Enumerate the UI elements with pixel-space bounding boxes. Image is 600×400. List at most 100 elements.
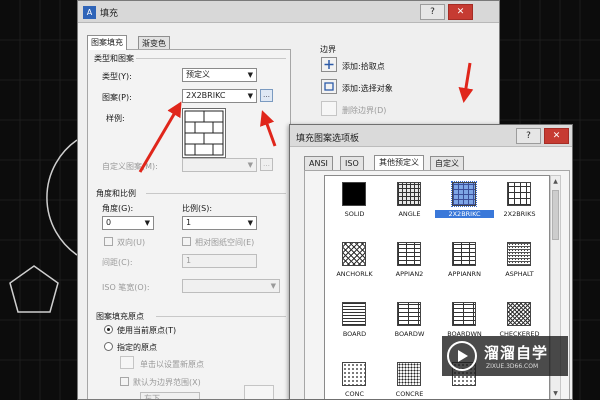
remove-boundary-button[interactable]: 删除边界(D) bbox=[342, 105, 386, 116]
add-pick-points-button[interactable]: 添加:拾取点 bbox=[342, 61, 385, 72]
set-origin-label: 单击以设置新原点 bbox=[140, 360, 204, 369]
scale-select[interactable]: 1 ▼ bbox=[182, 216, 257, 230]
pattern-name: SOLID bbox=[344, 210, 365, 218]
tab-gradient[interactable]: 渐变色 bbox=[138, 36, 170, 50]
pattern-name: 2X2BRIKC bbox=[435, 210, 494, 218]
pattern-value: 2X2BRIKC bbox=[186, 91, 226, 100]
scale-value: 1 bbox=[186, 218, 192, 227]
pattern-browse-button[interactable]: … bbox=[260, 89, 273, 102]
palette-help-button[interactable]: ? bbox=[516, 128, 541, 144]
pattern-swatch bbox=[397, 182, 421, 206]
help-button[interactable]: ? bbox=[420, 4, 445, 20]
iso-pen-label: ISO 笔宽(O): bbox=[102, 283, 150, 292]
scroll-up-icon[interactable]: ▲ bbox=[551, 177, 560, 187]
sample-label: 样例: bbox=[106, 114, 125, 123]
tab-other-predefined[interactable]: 其他预定义 bbox=[374, 155, 424, 170]
pattern-select[interactable]: 2X2BRIKC ▼ bbox=[182, 89, 257, 103]
scroll-down-icon[interactable]: ▼ bbox=[551, 389, 560, 399]
pattern-tile[interactable]: ANCHORLK bbox=[327, 238, 382, 296]
pattern-name: BOARD bbox=[342, 330, 367, 338]
pattern-tile[interactable]: APPIANRN bbox=[437, 238, 492, 296]
pattern-tile[interactable]: CONCRE bbox=[382, 358, 437, 399]
title-bar[interactable]: A 填充 ? ✕ bbox=[78, 1, 499, 23]
pattern-name: CONCRE bbox=[395, 390, 424, 398]
origin-position-value: 左下 bbox=[144, 394, 160, 400]
remove-boundary-icon[interactable] bbox=[321, 101, 337, 116]
tab-hatch[interactable]: 图案填充 bbox=[87, 35, 127, 50]
angle-select[interactable]: 0 ▼ bbox=[102, 216, 154, 230]
pattern-swatch bbox=[342, 242, 366, 266]
spacing-label: 间距(C): bbox=[102, 258, 133, 267]
pattern-swatch bbox=[397, 242, 421, 266]
type-select[interactable]: 预定义 ▼ bbox=[182, 68, 257, 82]
pattern-name: APPIANRN bbox=[448, 270, 481, 278]
pattern-tile[interactable]: SOLID bbox=[327, 178, 382, 236]
iso-pen-select[interactable]: ▼ bbox=[182, 279, 280, 293]
custom-pattern-label: 自定义图案(M): bbox=[102, 162, 158, 171]
pattern-tile[interactable]: BOARD bbox=[327, 298, 382, 356]
tab-iso[interactable]: ISO bbox=[340, 156, 364, 170]
pattern-swatch bbox=[397, 362, 421, 386]
chevron-down-icon: ▼ bbox=[247, 161, 253, 169]
specify-origin-label: 指定的原点 bbox=[117, 343, 157, 352]
specify-origin-radio[interactable] bbox=[104, 342, 113, 351]
pattern-swatch bbox=[507, 182, 531, 206]
pattern-tile[interactable]: CONC bbox=[327, 358, 382, 399]
pattern-name: BOARDW bbox=[394, 330, 425, 338]
pattern-swatch bbox=[507, 242, 531, 266]
select-objects-icon[interactable] bbox=[321, 79, 337, 94]
custom-pattern-select[interactable]: ▼ bbox=[182, 158, 257, 172]
default-extent-label: 默认为边界范围(X) bbox=[133, 378, 201, 387]
angle-scale-section: 角度和比例 bbox=[96, 189, 136, 198]
angle-value: 0 bbox=[106, 218, 112, 227]
scroll-thumb[interactable] bbox=[552, 190, 559, 240]
pattern-name: ASPHALT bbox=[505, 270, 534, 278]
watermark: 溜溜自学 ZIXUE.3D66.COM bbox=[442, 336, 568, 376]
type-value: 预定义 bbox=[186, 70, 210, 79]
use-current-origin-radio[interactable] bbox=[104, 325, 113, 334]
pattern-swatch bbox=[452, 242, 476, 266]
use-current-origin-label: 使用当前原点(T) bbox=[117, 326, 177, 335]
tab-ansi[interactable]: ANSI bbox=[304, 156, 333, 170]
origin-position-select[interactable]: 左下 bbox=[140, 392, 200, 400]
pattern-swatch bbox=[452, 302, 476, 326]
spacing-input[interactable]: 1 bbox=[182, 254, 257, 268]
double-checkbox[interactable] bbox=[104, 237, 113, 246]
pattern-name: ANGLE bbox=[398, 210, 421, 218]
palette-close-button[interactable]: ✕ bbox=[544, 128, 569, 144]
pick-points-icon[interactable] bbox=[321, 57, 337, 72]
custom-browse-button[interactable]: … bbox=[260, 158, 273, 171]
pattern-swatch bbox=[342, 362, 366, 386]
default-extent-checkbox[interactable] bbox=[120, 377, 129, 386]
pattern-tile[interactable]: APPIAN2 bbox=[382, 238, 437, 296]
watermark-url: ZIXUE.3D66.COM bbox=[486, 363, 539, 370]
pattern-name: ANCHORLK bbox=[336, 270, 373, 278]
pattern-tile[interactable]: 2X2BRIKS bbox=[492, 178, 547, 236]
section-divider bbox=[136, 58, 286, 59]
add-select-objects-button[interactable]: 添加:选择对象 bbox=[342, 83, 393, 94]
app-icon: A bbox=[83, 6, 96, 19]
pattern-tile[interactable]: ASPHALT bbox=[492, 238, 547, 296]
brick-sample-icon bbox=[184, 110, 224, 156]
origin-preview-icon bbox=[244, 385, 274, 399]
watermark-name: 溜溜自学 bbox=[484, 344, 549, 362]
tab-custom[interactable]: 自定义 bbox=[430, 156, 464, 170]
pattern-sample-preview[interactable] bbox=[182, 108, 226, 158]
pattern-tile[interactable]: ANGLE bbox=[382, 178, 437, 236]
close-button[interactable]: ✕ bbox=[448, 4, 473, 20]
pattern-swatch bbox=[397, 302, 421, 326]
palette-title-bar[interactable]: 填充图案选项板 ? ✕ bbox=[290, 125, 572, 147]
chevron-down-icon: ▼ bbox=[247, 71, 253, 79]
origin-section: 图案填充原点 bbox=[96, 312, 144, 321]
dialog-title: 填充 bbox=[100, 9, 119, 19]
pattern-name: CONC bbox=[344, 390, 365, 398]
chevron-down-icon: ▼ bbox=[247, 92, 253, 100]
pattern-swatch bbox=[451, 181, 477, 207]
chevron-down-icon: ▼ bbox=[270, 282, 276, 290]
cad-circle bbox=[46, 139, 78, 256]
pattern-tile[interactable]: 2X2BRIKC bbox=[435, 178, 494, 236]
pattern-tile[interactable]: BOARDW bbox=[382, 298, 437, 356]
relative-paper-checkbox[interactable] bbox=[182, 237, 191, 246]
set-origin-icon[interactable] bbox=[120, 356, 134, 369]
pattern-swatch bbox=[342, 182, 366, 206]
